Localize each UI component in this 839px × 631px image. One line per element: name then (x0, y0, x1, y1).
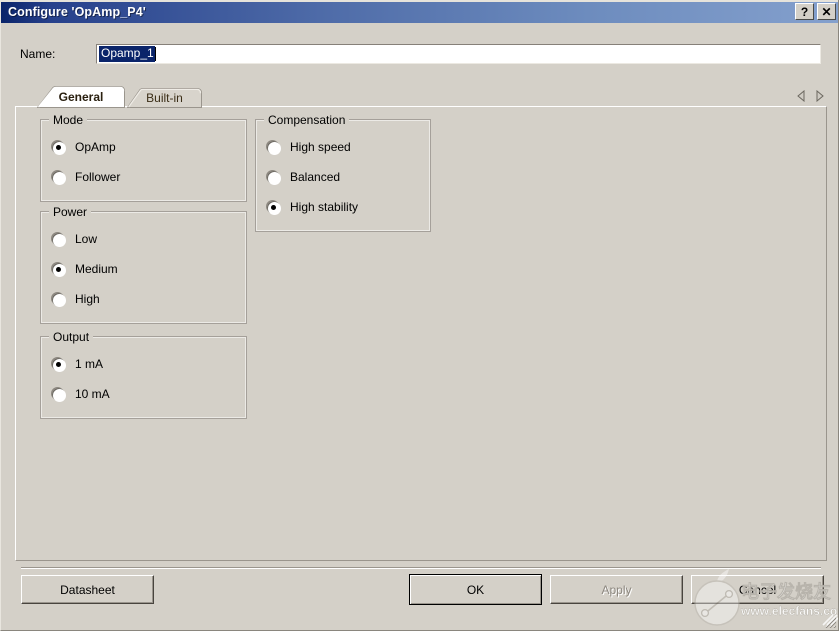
radio-indicator (267, 170, 280, 184)
text-caret (154, 47, 156, 61)
tab-general-label: General (58, 89, 104, 104)
radio-mode-follower-label: Follower (75, 170, 121, 184)
name-row: Name: Opamp_1 (1, 44, 838, 66)
radio-comp-high-stability-label: High stability (290, 200, 359, 214)
radio-indicator (52, 292, 65, 306)
tab-scroll-arrows (796, 89, 825, 103)
group-mode-bevel (41, 120, 246, 201)
name-input-value: Opamp_1 (99, 46, 155, 62)
radio-output-10ma[interactable]: 10 mA (52, 387, 110, 401)
window-controls: ? ✕ (795, 3, 836, 20)
radio-comp-high-speed[interactable]: High speed (267, 140, 351, 154)
titlebar-top-highlight (1, 0, 838, 2)
group-mode-title: Mode (49, 113, 88, 127)
help-icon[interactable]: ? (795, 3, 814, 20)
radio-comp-high-speed-label: High speed (290, 140, 351, 154)
tab-strip: General Built-in (15, 86, 827, 108)
group-power-title: Power (49, 205, 92, 219)
radio-indicator (52, 170, 65, 184)
apply-button: Apply (550, 575, 683, 604)
radio-mode-opamp[interactable]: OpAmp (52, 140, 116, 154)
group-output: Output 1 mA 10 mA (40, 330, 247, 419)
radio-power-low-label: Low (75, 232, 98, 246)
datasheet-button[interactable]: Datasheet (21, 575, 154, 604)
tab-page-general: Mode OpAmp Follower Power Low Medium Hig… (15, 106, 827, 561)
cancel-button[interactable]: Cancel (691, 575, 824, 604)
group-mode: Mode OpAmp Follower (40, 113, 247, 202)
radio-indicator (52, 262, 65, 276)
resize-grip[interactable] (824, 616, 837, 629)
radio-indicator (52, 232, 65, 246)
radio-indicator (52, 140, 65, 154)
radio-power-medium[interactable]: Medium (52, 262, 118, 276)
radio-power-low[interactable]: Low (52, 232, 97, 246)
radio-indicator (52, 357, 65, 371)
triangle-left-icon[interactable] (796, 89, 807, 103)
footer-separator (21, 567, 821, 569)
radio-comp-balanced[interactable]: Balanced (267, 170, 340, 184)
radio-power-high-label: High (75, 292, 100, 306)
radio-output-1ma-label: 1 mA (75, 357, 104, 371)
radio-indicator (267, 200, 280, 214)
name-input[interactable]: Opamp_1 (96, 44, 821, 64)
radio-output-1ma[interactable]: 1 mA (52, 357, 103, 371)
group-compensation-title: Compensation (264, 113, 350, 127)
group-power: Power Low Medium High (40, 205, 247, 324)
radio-power-high[interactable]: High (52, 292, 100, 306)
radio-output-10ma-label: 10 mA (75, 387, 110, 401)
name-label: Name: (20, 47, 56, 61)
triangle-right-icon[interactable] (814, 89, 825, 103)
ok-button[interactable]: OK (409, 574, 542, 605)
radio-indicator (267, 140, 280, 154)
window-titlebar[interactable]: Configure 'OpAmp_P4' ? ✕ (1, 0, 838, 23)
radio-power-medium-label: Medium (75, 262, 118, 276)
group-output-title: Output (49, 330, 94, 344)
configure-opamp-dialog: Configure 'OpAmp_P4' ? ✕ Name: Opamp_1 G… (0, 0, 839, 631)
window-title: Configure 'OpAmp_P4' (8, 4, 146, 19)
group-output-bevel (41, 337, 246, 418)
tab-builtin-label: Built-in (146, 90, 183, 105)
radio-comp-balanced-label: Balanced (290, 170, 341, 184)
radio-comp-high-stability[interactable]: High stability (267, 200, 358, 214)
tab-builtin[interactable]: Built-in (127, 88, 202, 108)
group-compensation: Compensation High speed Balanced High st… (255, 113, 431, 232)
radio-mode-opamp-label: OpAmp (75, 140, 116, 154)
tab-general[interactable]: General (37, 86, 125, 108)
radio-mode-follower[interactable]: Follower (52, 170, 120, 184)
radio-indicator (52, 387, 65, 401)
close-icon[interactable]: ✕ (817, 3, 836, 20)
